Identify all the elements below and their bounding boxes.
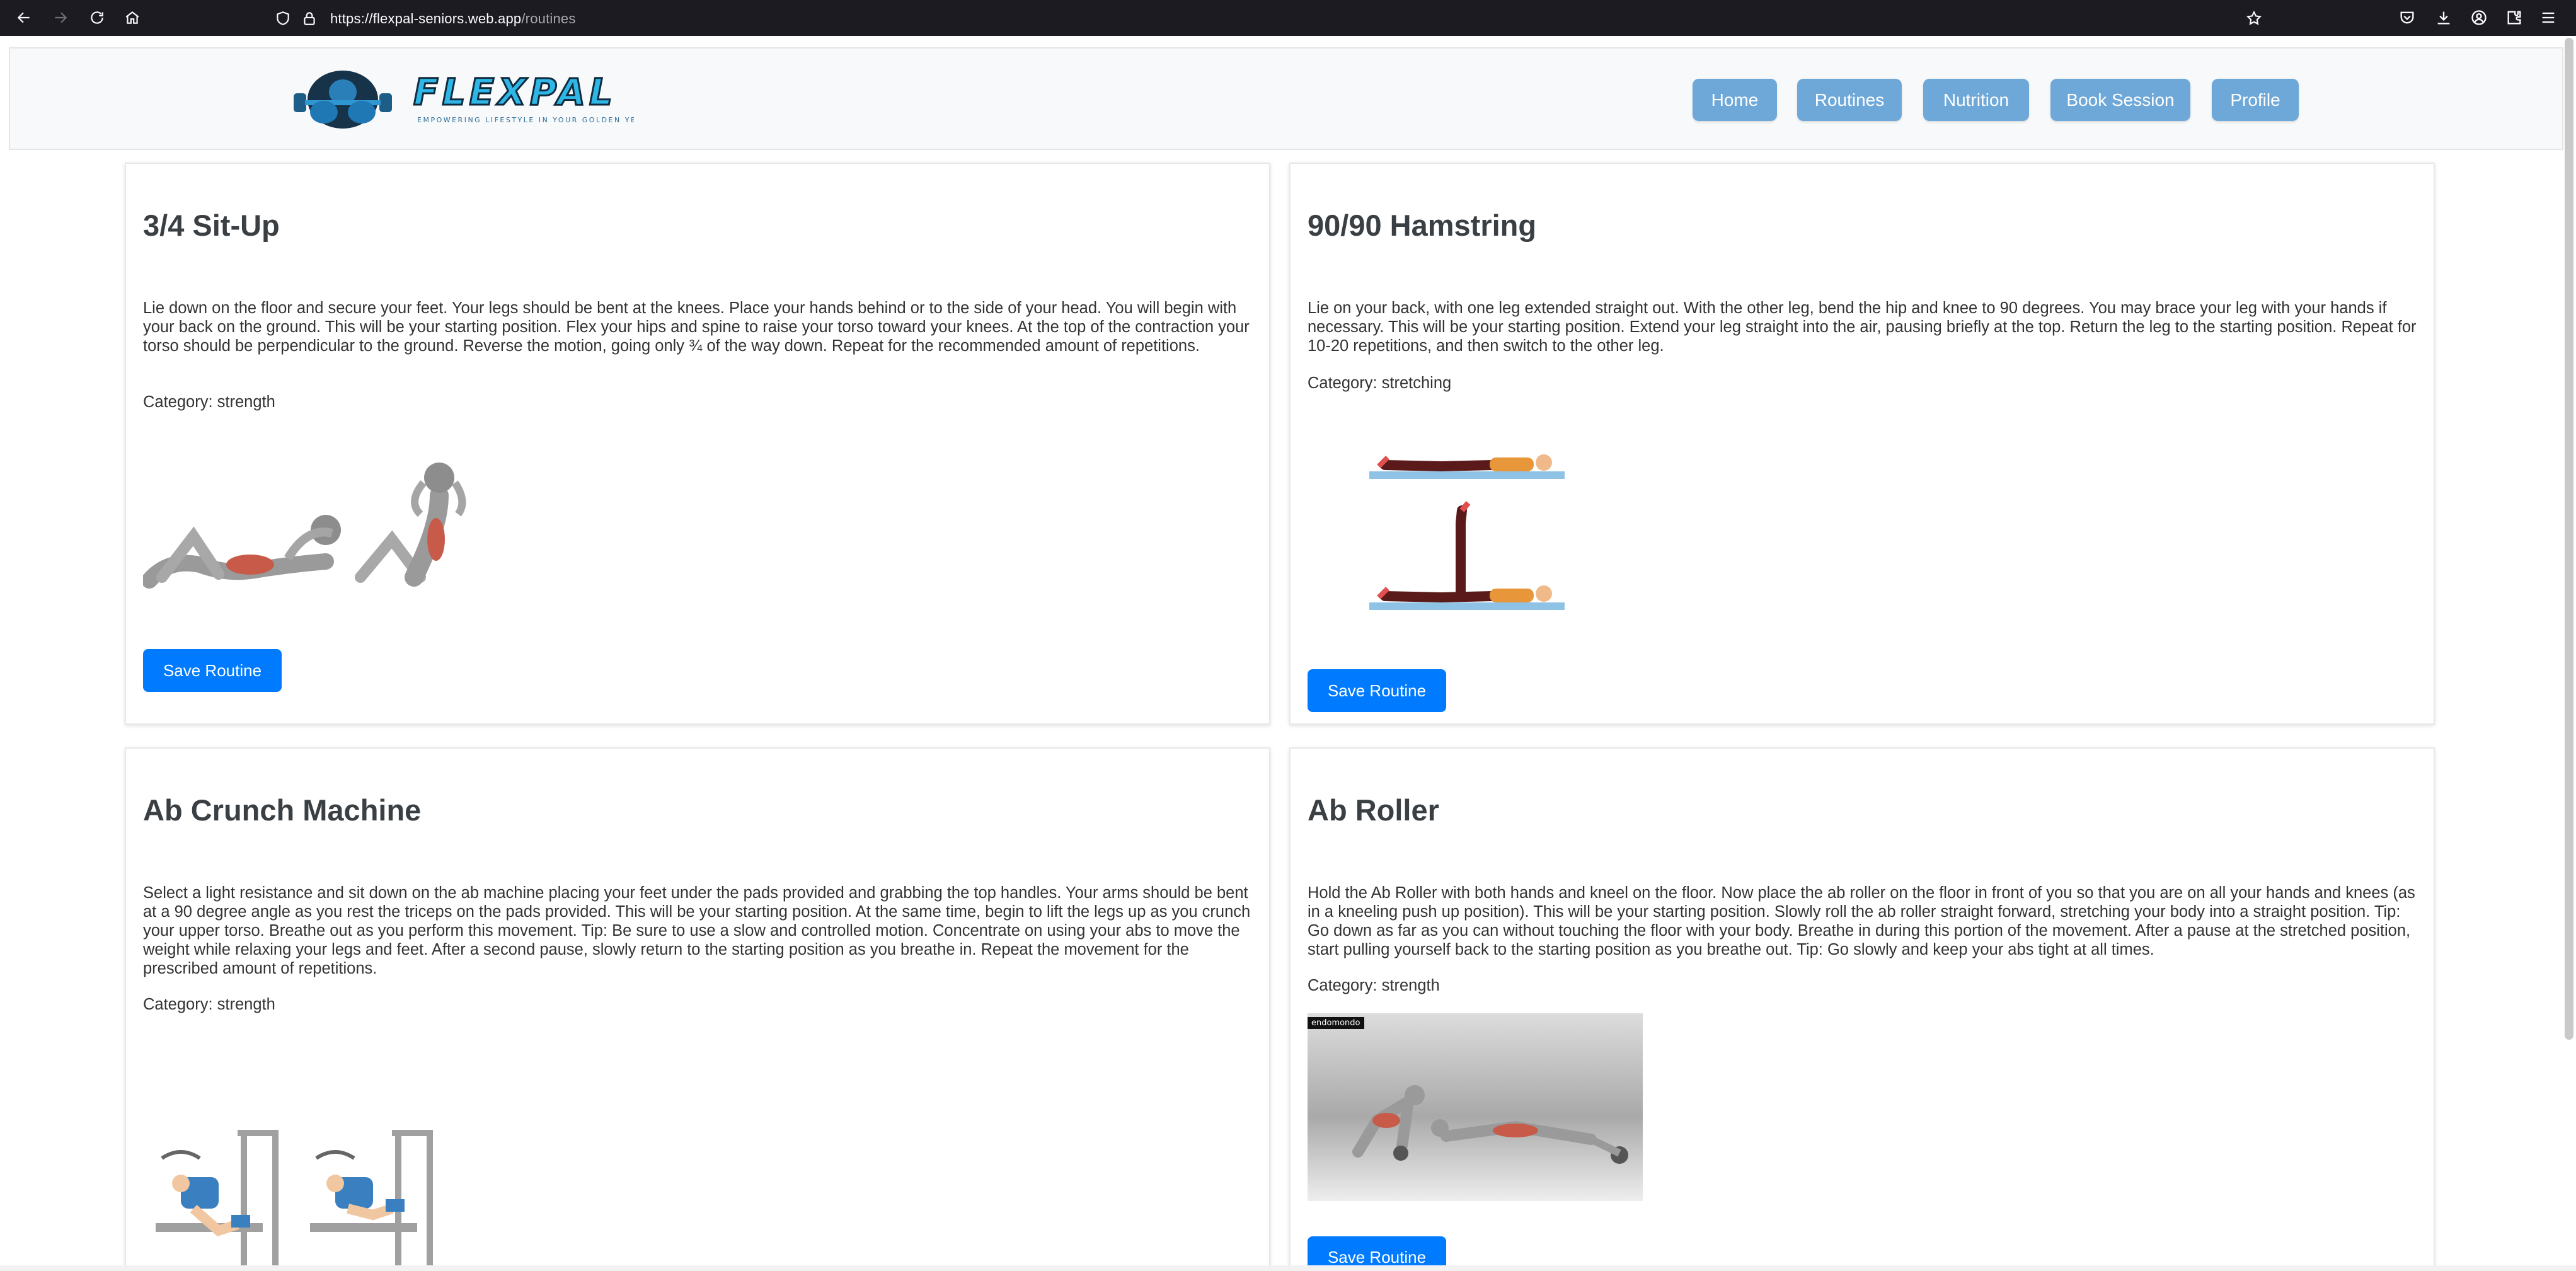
svg-text:EMPOWERING LIFESTYLE IN YOUR G: EMPOWERING LIFESTYLE IN YOUR GOLDEN YEAR…	[417, 116, 634, 124]
routine-category: Category: strength	[143, 996, 275, 1013]
routine-description: Select a light resistance and sit down o…	[143, 884, 1251, 977]
routine-title: Ab Crunch Machine	[143, 793, 422, 827]
routine-title: 3/4 Sit-Up	[143, 209, 280, 242]
nav-routines[interactable]: Routines	[1797, 79, 1902, 121]
nav-book-session[interactable]: Book Session	[2050, 79, 2190, 121]
routine-card: Ab Roller Hold the Ab Roller with both h…	[1289, 747, 2435, 1271]
routine-title: 90/90 Hamstring	[1308, 209, 1537, 242]
nav-profile[interactable]: Profile	[2212, 79, 2299, 121]
routine-category: Category: strength	[143, 393, 275, 411]
save-routine-button[interactable]: Save Routine	[1308, 669, 1446, 712]
menu-icon[interactable]	[2539, 9, 2557, 26]
routine-category: Category: strength	[1308, 977, 1440, 994]
sit-up-image	[141, 432, 483, 605]
page-scrollbar[interactable]	[2565, 38, 2573, 1040]
hamstring-stretch-image	[1366, 428, 1574, 781]
nav-home[interactable]: Home	[1693, 79, 1777, 121]
page-bottom-edge	[0, 1265, 2576, 1271]
routine-card: Ab Crunch Machine Select a light resista…	[125, 747, 1270, 1271]
nav-nutrition[interactable]: Nutrition	[1923, 79, 2029, 121]
ab-roller-image: endomondo	[1308, 1013, 1643, 1201]
download-icon[interactable]	[2435, 9, 2452, 26]
routine-description: Hold the Ab Roller with both hands and k…	[1308, 884, 2415, 958]
routine-description: Lie down on the floor and secure your fe…	[143, 299, 1250, 355]
svg-text:FLEXPAL: FLEXPAL	[413, 71, 616, 113]
account-icon[interactable]	[2470, 9, 2488, 26]
routine-card: 3/4 Sit-Up Lie down on the floor and sec…	[125, 163, 1270, 725]
routine-description: Lie on your back, with one leg extended …	[1308, 299, 2417, 355]
pocket-icon[interactable]	[2398, 9, 2416, 26]
address-bar[interactable]: https://flexpal-seniors.web.app/routines	[266, 4, 2282, 32]
routine-category: Category: stretching	[1308, 374, 1452, 392]
bookmark-star-icon[interactable]	[2246, 10, 2262, 26]
forward-icon[interactable]	[48, 5, 73, 30]
save-routine-button[interactable]: Save Routine	[143, 649, 282, 692]
home-icon[interactable]	[120, 5, 145, 30]
routine-title: Ab Roller	[1308, 793, 1439, 827]
back-icon[interactable]	[11, 5, 37, 30]
url-text[interactable]: https://flexpal-seniors.web.app/routines	[330, 11, 576, 27]
extensions-icon[interactable]	[2505, 9, 2523, 26]
site-header: FLEXPAL EMPOWERING LIFESTYLE IN YOUR GOL…	[9, 47, 2563, 150]
ab-crunch-machine-image	[143, 1120, 471, 1271]
lock-icon[interactable]	[301, 10, 318, 26]
reload-icon[interactable]	[84, 5, 110, 30]
routine-card: 90/90 Hamstring Lie on your back, with o…	[1289, 163, 2435, 725]
shield-icon[interactable]	[275, 10, 291, 26]
browser-toolbar: https://flexpal-seniors.web.app/routines	[0, 0, 2576, 36]
flexpal-logo[interactable]: FLEXPAL EMPOWERING LIFESTYLE IN YOUR GOL…	[294, 67, 654, 131]
